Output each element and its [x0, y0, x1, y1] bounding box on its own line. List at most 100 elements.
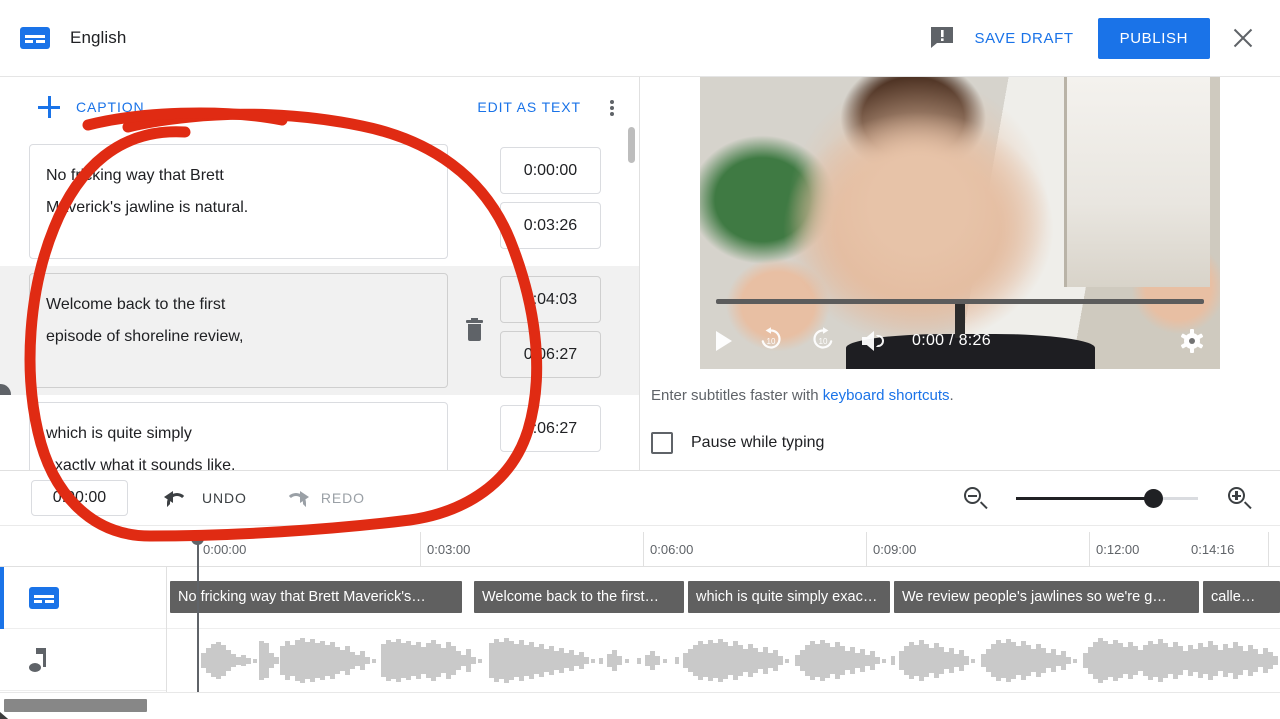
caption-row-actions: [448, 273, 500, 388]
audio-waveform: [167, 629, 1280, 692]
keyboard-shortcuts-hint: Enter subtitles faster with keyboard sho…: [651, 387, 954, 404]
trash-icon[interactable]: [466, 320, 483, 341]
caption-line: No fricking way that Brett: [46, 160, 431, 192]
replay-10-icon[interactable]: 10: [758, 326, 784, 357]
close-icon[interactable]: [1230, 25, 1256, 51]
ruler-tick: 0:00:00: [197, 532, 246, 567]
undo-label: UNDO: [202, 490, 247, 506]
zoom-out-icon[interactable]: [964, 487, 986, 509]
ruler-tick-end: 0:14:16: [1185, 532, 1234, 567]
caption-line: exactly what it sounds like.: [46, 450, 431, 470]
zoom-slider-fill: [1016, 497, 1153, 500]
caption-list[interactable]: No fricking way that Brett Maverick's ja…: [0, 137, 640, 470]
caption-text-input[interactable]: No fricking way that Brett Maverick's ja…: [29, 144, 448, 259]
play-icon[interactable]: [716, 331, 732, 351]
ruler-tick: 0:12:00: [1089, 532, 1139, 567]
caption-text-input[interactable]: Welcome back to the first episode of sho…: [29, 273, 448, 388]
caption-list-scroll-thumb[interactable]: [628, 127, 635, 163]
current-time-input[interactable]: 0:00:00: [31, 480, 128, 516]
add-caption-button[interactable]: CAPTION: [38, 96, 145, 118]
timeline-caption-block[interactable]: We review people's jawlines so we're g…: [894, 581, 1199, 613]
zoom-slider[interactable]: [1016, 487, 1198, 509]
audio-track-playline: [197, 629, 199, 692]
edit-toolbar: 0:00:00 UNDO REDO: [0, 470, 1280, 526]
horizontal-scroll-thumb[interactable]: [4, 699, 147, 712]
video-progress-bar[interactable]: [716, 299, 1204, 304]
caption-end-time[interactable]: 0:06:27: [500, 331, 601, 378]
ruler-tick: 0:09:00: [866, 532, 916, 567]
forward-10-icon[interactable]: 10: [810, 326, 836, 357]
track-headers: [0, 567, 167, 692]
zoom-in-icon[interactable]: [1228, 487, 1250, 509]
caption-timestamps: 0:00:00 0:03:26: [500, 144, 601, 249]
music-note-icon: [29, 648, 51, 672]
video-background-window: [1064, 77, 1210, 287]
ruler-tick: 0:03:00: [420, 532, 470, 567]
undo-icon: [164, 490, 190, 506]
ruler-tick: [1268, 532, 1275, 567]
more-vert-icon[interactable]: [599, 94, 625, 120]
save-draft-button[interactable]: SAVE DRAFT: [975, 30, 1074, 47]
caption-row-actions: [448, 144, 500, 259]
video-controls: 10 10 0:00 / 8:26: [700, 313, 1220, 369]
caption-blocks-track[interactable]: No fricking way that Brett Maverick's… W…: [167, 567, 1280, 629]
closed-caption-icon: [29, 587, 59, 609]
timeline-caption-block[interactable]: calle…: [1203, 581, 1280, 613]
svg-text:10: 10: [819, 337, 828, 346]
horizontal-scrollbar[interactable]: [0, 692, 1280, 719]
caption-line: which is quite simply: [46, 418, 431, 450]
gear-icon[interactable]: [1180, 329, 1204, 353]
language-label: English: [70, 28, 126, 48]
caption-row[interactable]: No fricking way that Brett Maverick's ja…: [0, 137, 640, 266]
pause-while-typing-row[interactable]: Pause while typing: [651, 432, 824, 454]
caption-line: Maverick's jawline is natural.: [46, 192, 431, 224]
timeline-tracks: No fricking way that Brett Maverick's… W…: [167, 567, 1280, 692]
svg-text:10: 10: [767, 337, 776, 346]
sidebar-item-captions-track[interactable]: [0, 567, 166, 629]
video-player[interactable]: 10 10 0:00 / 8:26: [700, 77, 1220, 369]
keyboard-shortcuts-link[interactable]: keyboard shortcuts: [823, 387, 950, 404]
hint-prefix: Enter subtitles faster with: [651, 387, 823, 404]
caption-text-input[interactable]: which is quite simply exactly what it so…: [29, 402, 448, 470]
ruler-tick: 0:06:00: [643, 532, 693, 567]
audio-waveform-track[interactable]: [167, 629, 1280, 692]
caption-row-selected[interactable]: Welcome back to the first episode of sho…: [0, 266, 640, 395]
caption-editor-panel: CAPTION EDIT AS TEXT No fricking way tha…: [0, 77, 640, 470]
caption-end-time[interactable]: 0:03:26: [500, 202, 601, 249]
closed-caption-icon: [20, 27, 50, 49]
caption-line: Welcome back to the first: [46, 289, 431, 321]
zoom-slider-thumb[interactable]: [1144, 489, 1163, 508]
redo-icon: [283, 490, 309, 506]
hint-suffix: .: [949, 387, 953, 404]
edit-as-text-button[interactable]: EDIT AS TEXT: [477, 99, 581, 115]
volume-icon[interactable]: [862, 331, 886, 351]
add-caption-label: CAPTION: [76, 99, 145, 115]
sidebar-item-audio-track[interactable]: [0, 629, 166, 691]
timeline-caption-block[interactable]: Welcome back to the first…: [474, 581, 684, 613]
caption-timestamps: 0:04:03 0:06:27: [500, 273, 601, 378]
caption-row-actions: [448, 402, 500, 470]
redo-button[interactable]: REDO: [283, 490, 365, 506]
caption-start-time[interactable]: 0:06:27: [500, 405, 601, 452]
plus-icon: [38, 96, 60, 118]
caption-list-scrollbar[interactable]: [628, 117, 635, 467]
timeline: 0:00:00 0:03:00 0:06:00 0:09:00 0:12:00 …: [0, 526, 1280, 692]
caption-timestamps: 0:06:27: [500, 402, 601, 452]
video-preview-panel: 10 10 0:00 / 8:26: [641, 77, 1280, 470]
caption-toolbar: CAPTION EDIT AS TEXT: [0, 77, 639, 137]
caption-row[interactable]: which is quite simply exactly what it so…: [0, 395, 640, 470]
timeline-caption-block[interactable]: No fricking way that Brett Maverick's…: [170, 581, 462, 613]
redo-label: REDO: [321, 490, 365, 506]
subtitle-editor-page: English SAVE DRAFT PUBLISH CAPTION EDIT …: [0, 0, 1280, 719]
timeline-ruler[interactable]: 0:00:00 0:03:00 0:06:00 0:09:00 0:12:00 …: [0, 526, 1280, 567]
publish-button[interactable]: PUBLISH: [1098, 18, 1210, 59]
caption-start-time[interactable]: 0:00:00: [500, 147, 601, 194]
undo-button[interactable]: UNDO: [164, 490, 247, 506]
pause-while-typing-checkbox[interactable]: [651, 432, 673, 454]
feedback-icon[interactable]: [929, 26, 955, 50]
app-header: English SAVE DRAFT PUBLISH: [0, 0, 1280, 77]
video-time-display: 0:00 / 8:26: [912, 332, 991, 350]
caption-start-time[interactable]: 0:04:03: [500, 276, 601, 323]
pause-while-typing-label: Pause while typing: [691, 434, 824, 452]
timeline-caption-block[interactable]: which is quite simply exac…: [688, 581, 890, 613]
